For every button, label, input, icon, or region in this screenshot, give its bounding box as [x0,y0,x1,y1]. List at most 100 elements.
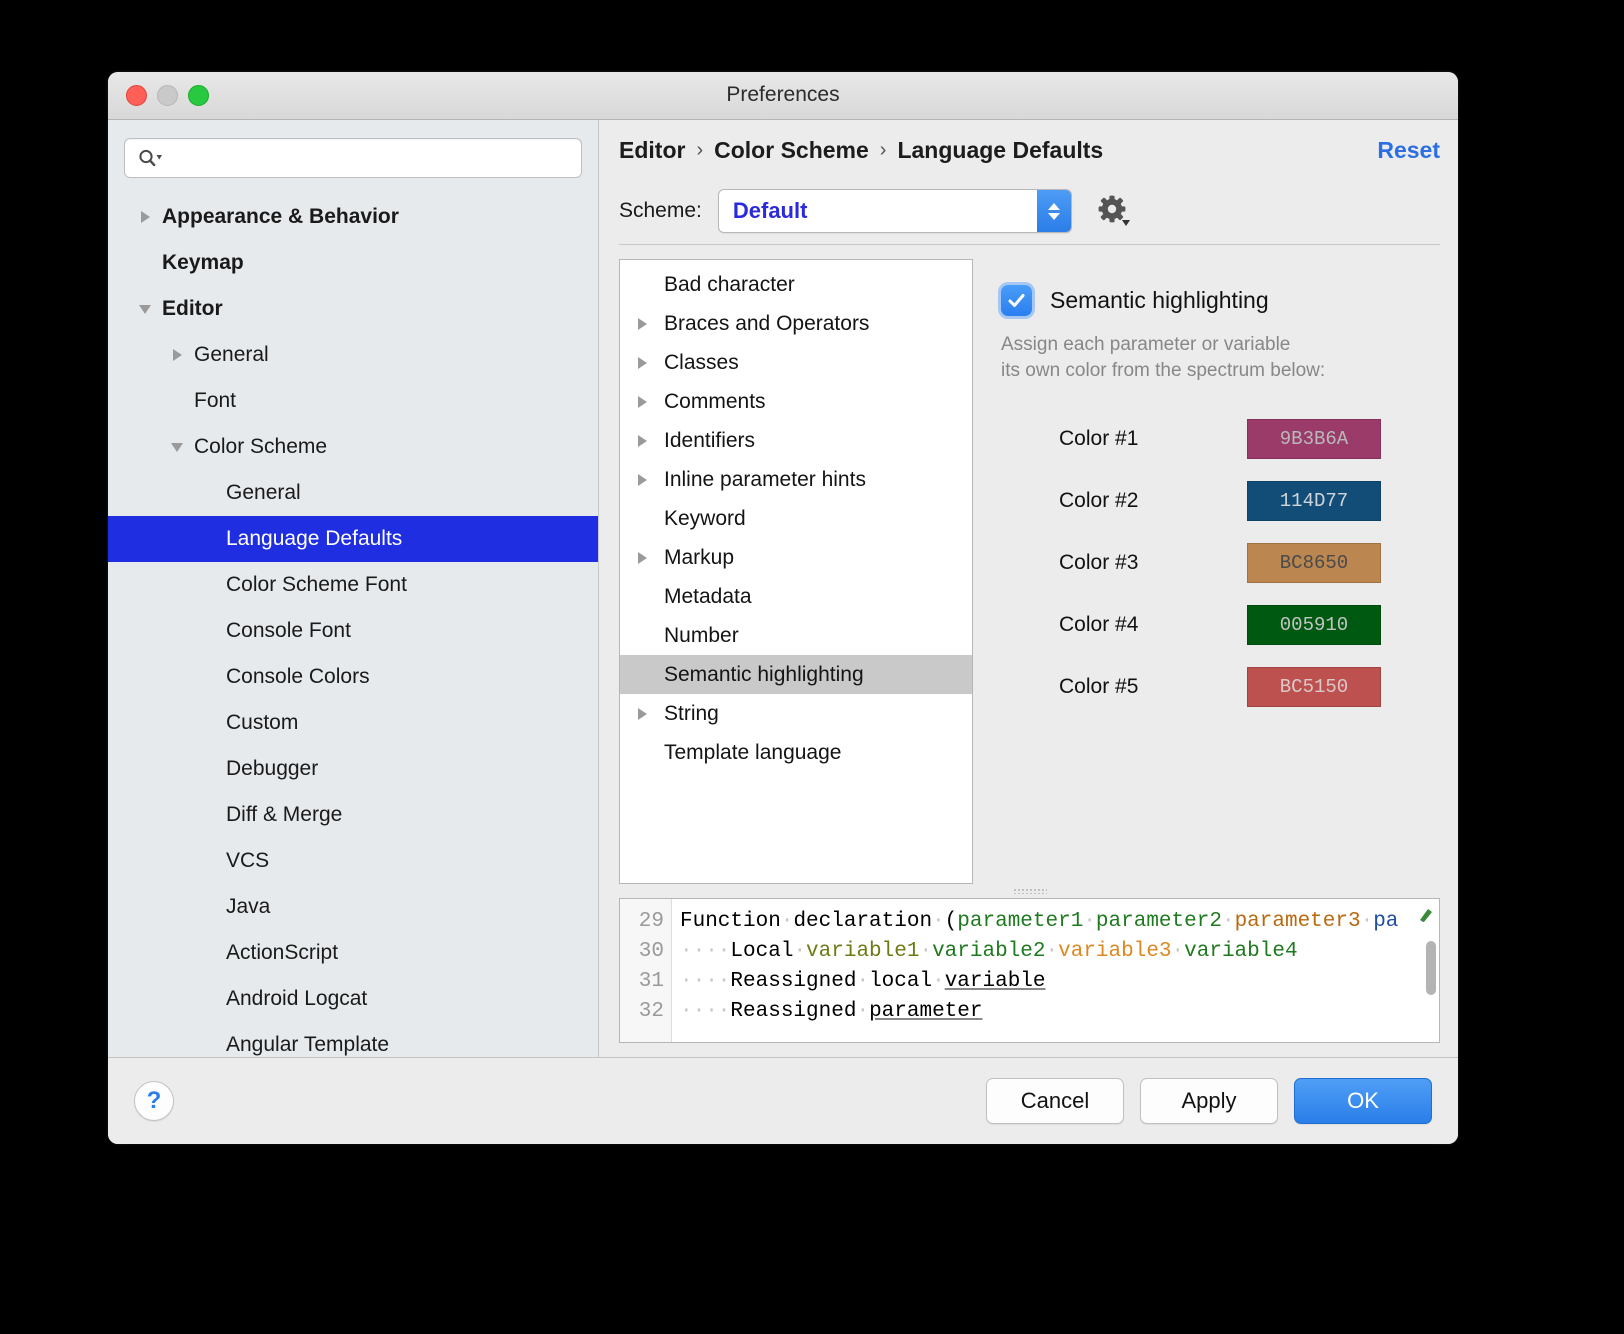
code-token: · [1046,940,1059,963]
twisty-placeholder [200,759,220,779]
scheme-select[interactable]: Default [718,189,1072,233]
preview-vertical-scrollbar[interactable] [1426,941,1436,995]
sidebar-item-color-scheme-font[interactable]: Color Scheme Font [108,562,598,608]
chevron-right-icon[interactable] [638,314,664,334]
semantic-highlighting-row: Semantic highlighting [1001,285,1440,316]
code-preview[interactable]: 29303132 Function·declaration·(parameter… [619,898,1440,1043]
scheme-stepper[interactable] [1037,190,1071,232]
attribute-item-comments[interactable]: Comments [620,382,972,421]
attribute-item-label: Inline parameter hints [664,468,866,492]
chevron-down-icon[interactable] [136,299,156,319]
desktop-backdrop: Preferences [0,0,1624,1334]
attribute-item-semantic-highlighting[interactable]: Semantic highlighting [620,655,972,694]
attribute-item-braces-and-operators[interactable]: Braces and Operators [620,304,972,343]
chevron-down-icon[interactable] [168,437,188,457]
search-input[interactable] [167,147,571,169]
sidebar-item-actionscript[interactable]: ActionScript [108,930,598,976]
sidebar-item-label: Editor [162,297,223,321]
apply-button[interactable]: Apply [1140,1078,1278,1124]
reset-link[interactable]: Reset [1377,137,1440,164]
semantic-highlighting-checkbox[interactable] [1001,285,1032,316]
attribute-item-metadata[interactable]: Metadata [620,577,972,616]
sidebar-item-keymap[interactable]: Keymap [108,240,598,286]
code-token: · [1361,910,1374,933]
code-token: Reassigned [730,1000,856,1023]
attribute-item-inline-parameter-hints[interactable]: Inline parameter hints [620,460,972,499]
sidebar-item-color-scheme[interactable]: Color Scheme [108,424,598,470]
sidebar-item-angular-template[interactable]: Angular Template [108,1022,598,1057]
twisty-placeholder [136,253,156,273]
attribute-item-classes[interactable]: Classes [620,343,972,382]
preview-section: 29303132 Function·declaration·(parameter… [619,884,1440,1057]
attribute-item-number[interactable]: Number [620,616,972,655]
search-box[interactable] [124,138,582,178]
code-token: variable4 [1184,940,1297,963]
breadcrumb: Editor › Color Scheme › Language Default… [619,120,1440,180]
chevron-right-icon[interactable] [638,431,664,451]
chevron-right-icon[interactable] [168,345,188,365]
attribute-item-bad-character[interactable]: Bad character [620,265,972,304]
sidebar-item-general[interactable]: General [108,332,598,378]
chevron-right-icon[interactable] [638,548,664,568]
sidebar-item-console-colors[interactable]: Console Colors [108,654,598,700]
color-swatch[interactable]: 005910 [1247,605,1381,645]
cancel-button[interactable]: Cancel [986,1078,1124,1124]
attribute-item-keyword[interactable]: Keyword [620,499,972,538]
inspection-marker-icon[interactable] [1416,905,1436,925]
color-label: Color #1 [1001,427,1191,451]
code-token: Local [730,940,793,963]
chevron-right-icon[interactable] [638,704,664,724]
attribute-item-string[interactable]: String [620,694,972,733]
hint-line-2: its own color from the spectrum below: [1001,358,1421,384]
window-body: Appearance & BehaviorKeymap Editor General… [108,120,1458,1057]
attribute-item-label: Bad character [664,273,795,297]
sidebar-item-label: VCS [226,849,269,873]
color-swatch[interactable]: 9B3B6A [1247,419,1381,459]
sidebar-item-label: General [194,343,269,367]
color-swatch[interactable]: BC5150 [1247,667,1381,707]
sidebar-item-debugger[interactable]: Debugger [108,746,598,792]
sidebar-item-console-font[interactable]: Console Font [108,608,598,654]
code-token: · [856,1000,869,1023]
code-token: pa [1373,910,1398,933]
sidebar-item-custom[interactable]: Custom [108,700,598,746]
sidebar-item-editor[interactable]: Editor [108,286,598,332]
sidebar-item-general[interactable]: General [108,470,598,516]
footer-button-group: Cancel Apply OK [986,1078,1432,1124]
line-number: 32 [620,997,671,1027]
code-token: variable3 [1058,940,1171,963]
sidebar-item-android-logcat[interactable]: Android Logcat [108,976,598,1022]
color-label: Color #3 [1001,551,1191,575]
color-swatch-list: Color #19B3B6AColor #2114D77Color #3BC86… [1001,408,1440,718]
sidebar-item-java[interactable]: Java [108,884,598,930]
help-button[interactable]: ? [134,1081,174,1121]
gear-icon[interactable] [1094,191,1134,231]
ok-button[interactable]: OK [1294,1078,1432,1124]
breadcrumb-item-editor[interactable]: Editor [619,137,685,164]
color-row: Color #3 BC8650 [1001,532,1440,594]
sidebar-item-language-defaults[interactable]: Language Defaults [108,516,598,562]
attribute-item-template-language[interactable]: Template language [620,733,972,772]
color-swatch[interactable]: BC8650 [1247,543,1381,583]
chevron-right-icon[interactable] [638,392,664,412]
attribute-item-markup[interactable]: Markup [620,538,972,577]
chevron-down-icon [1048,213,1060,220]
breadcrumb-item-color-scheme[interactable]: Color Scheme [714,137,869,164]
sidebar-item-label: Angular Template [226,1033,389,1057]
color-swatch[interactable]: 114D77 [1247,481,1381,521]
sidebar-item-diff-merge[interactable]: Diff & Merge [108,792,598,838]
chevron-right-icon[interactable] [136,207,156,227]
sidebar-item-vcs[interactable]: VCS [108,838,598,884]
attribute-item-label: Classes [664,351,739,375]
chevron-right-icon[interactable] [638,470,664,490]
attribute-item-identifiers[interactable]: Identifiers [620,421,972,460]
twisty-placeholder [638,587,664,607]
color-row: Color #4005910 [1001,594,1440,656]
breadcrumb-item-language-defaults[interactable]: Language Defaults [897,137,1103,164]
code-token: · [1172,940,1185,963]
chevron-right-icon[interactable] [638,353,664,373]
sidebar-item-appearance-behavior[interactable]: Appearance & Behavior [108,194,598,240]
scheme-selected-value: Default [719,198,808,224]
sidebar-item-font[interactable]: Font [108,378,598,424]
preview-resize-handle[interactable] [619,884,1440,898]
